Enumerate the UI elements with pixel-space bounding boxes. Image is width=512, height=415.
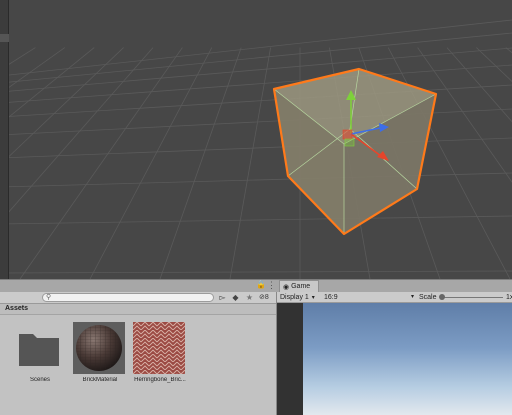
breadcrumb-assets[interactable]: Assets [5, 305, 28, 312]
grid-line [0, 47, 154, 223]
game-skybox [303, 303, 512, 415]
scene-view[interactable] [0, 0, 512, 279]
game-view[interactable] [277, 303, 512, 415]
game-view-letterbox [277, 303, 303, 415]
game-panel: Display 1 ▾ 16:9 ▾ Scale 1x [276, 292, 512, 415]
game-toolbar: Display 1 ▾ 16:9 ▾ Scale 1x [277, 292, 512, 303]
project-toolbar: ⚲ ▻ ◆ ★ ⊘8 [0, 292, 276, 304]
search-icon: ⚲ [46, 294, 52, 301]
toolbar-handle-icon[interactable] [0, 34, 9, 42]
grid-line [0, 270, 512, 274]
grid-line [0, 47, 512, 93]
scale-slider-knob[interactable] [439, 294, 445, 300]
game-eye-icon: ◉ [283, 283, 290, 291]
material-sphere-icon [73, 322, 125, 374]
asset-item-scenes[interactable]: Scenes [12, 322, 68, 392]
scale-value: 1x [506, 294, 512, 301]
grid-line [159, 47, 242, 279]
scene-left-toolbar [0, 0, 9, 279]
project-panel: ⚲ ▻ ◆ ★ ⊘8 Assets Scenes BrickMaterial H… [0, 292, 276, 415]
grid-line [505, 47, 512, 54]
chevron-down-icon: ▾ [311, 295, 315, 301]
grid-line [417, 47, 512, 183]
aspect-dropdown[interactable]: 16:9 ▾ [324, 293, 414, 302]
create-icon[interactable]: ▻ [218, 293, 227, 302]
scale-label: Scale [419, 294, 437, 301]
texture-icon [133, 322, 185, 374]
more-options-icon[interactable]: ⋮ [267, 280, 276, 290]
asset-item-herringbone-texture[interactable]: Herringbone_Bric... [132, 322, 188, 392]
gizmo-plane-handle-2[interactable] [344, 138, 355, 147]
grid-line [446, 47, 512, 123]
grid-line [89, 47, 213, 279]
gizmo-plane-handle[interactable] [342, 129, 353, 140]
scene-canvas[interactable] [0, 0, 512, 279]
search-input[interactable]: ⚲ [42, 293, 214, 302]
lock-icon[interactable]: 🔒 [256, 281, 266, 289]
asset-label: BrickMaterial [82, 377, 118, 383]
selected-cube[interactable] [272, 67, 438, 236]
tab-game[interactable]: ◉ Game [279, 280, 319, 292]
scale-slider[interactable] [441, 297, 503, 298]
grid-line [0, 47, 95, 125]
display-dropdown[interactable]: Display 1 ▾ [280, 293, 315, 303]
asset-label: Herringbone_Bric... [134, 377, 186, 383]
breadcrumb: Assets [0, 304, 276, 315]
grid-line [0, 32, 512, 84]
favorites-star-icon[interactable]: ★ [245, 293, 254, 302]
grid-line [0, 215, 512, 225]
scene-grid [0, 19, 512, 279]
tab-game-label: Game [291, 283, 311, 290]
grid-line [0, 137, 512, 159]
hidden-packages-counter[interactable]: ⊘8 [259, 293, 269, 302]
grid-line [0, 47, 124, 166]
asset-item-brickmaterial[interactable]: BrickMaterial [72, 322, 128, 392]
label-filter-icon[interactable]: ◆ [231, 293, 240, 302]
asset-label: Scenes [29, 377, 50, 383]
grid-line [19, 47, 183, 279]
editor-window: 🔒 ⋮ ◉ Game ⚲ ▻ ◆ ★ ⊘8 Assets Scenes Bric… [0, 0, 512, 415]
folder-icon [19, 334, 59, 366]
grid-line [0, 172, 512, 188]
chevron-down-icon: ▾ [410, 294, 414, 300]
grid-line [229, 47, 271, 279]
grid-line [476, 47, 512, 82]
grid-line [0, 19, 512, 77]
